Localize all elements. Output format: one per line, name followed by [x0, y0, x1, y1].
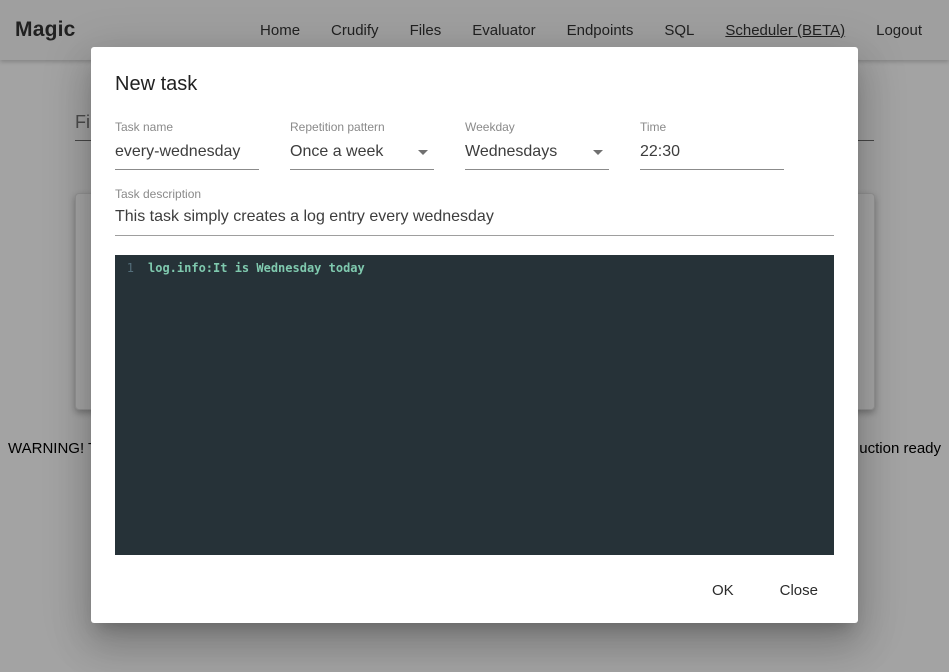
repetition-label: Repetition pattern [290, 120, 385, 134]
dialog-actions: OK Close [696, 574, 834, 607]
chevron-down-icon [593, 149, 603, 155]
ok-button[interactable]: OK [696, 574, 750, 607]
repetition-select[interactable]: Once a week [290, 141, 434, 170]
task-name-input[interactable]: every-wednesday [115, 141, 259, 170]
time-field: Time 22:30 [640, 120, 784, 170]
weekday-field: Weekday Wednesdays [465, 120, 609, 170]
code-text: log.info:It is Wednesday today [148, 261, 365, 275]
weekday-value: Wednesdays [465, 143, 558, 160]
dialog-fields-row: Task name every-wednesday Repetition pat… [115, 120, 784, 170]
task-name-field: Task name every-wednesday [115, 120, 259, 170]
time-input[interactable]: 22:30 [640, 141, 784, 170]
description-label: Task description [115, 187, 202, 201]
line-number: 1 [126, 261, 134, 275]
weekday-select[interactable]: Wednesdays [465, 141, 609, 170]
chevron-down-icon [418, 149, 428, 155]
hyperlambda-code-editor[interactable]: 1 log.info:It is Wednesday today [115, 255, 834, 555]
weekday-label: Weekday [465, 120, 515, 134]
time-label: Time [640, 120, 667, 134]
description-field: Task description This task simply create… [115, 187, 834, 236]
time-value: 22:30 [640, 143, 681, 160]
description-input[interactable]: This task simply creates a log entry eve… [115, 206, 834, 236]
close-button[interactable]: Close [764, 574, 834, 607]
code-line: 1 log.info:It is Wednesday today [115, 260, 834, 277]
repetition-value: Once a week [290, 143, 384, 160]
dialog-title: New task [115, 73, 198, 95]
task-name-value: every-wednesday [115, 143, 241, 160]
new-task-dialog: New task Task name every-wednesday Repet… [91, 47, 858, 623]
description-value: This task simply creates a log entry eve… [115, 208, 494, 225]
task-name-label: Task name [115, 120, 174, 134]
repetition-field: Repetition pattern Once a week [290, 120, 434, 170]
